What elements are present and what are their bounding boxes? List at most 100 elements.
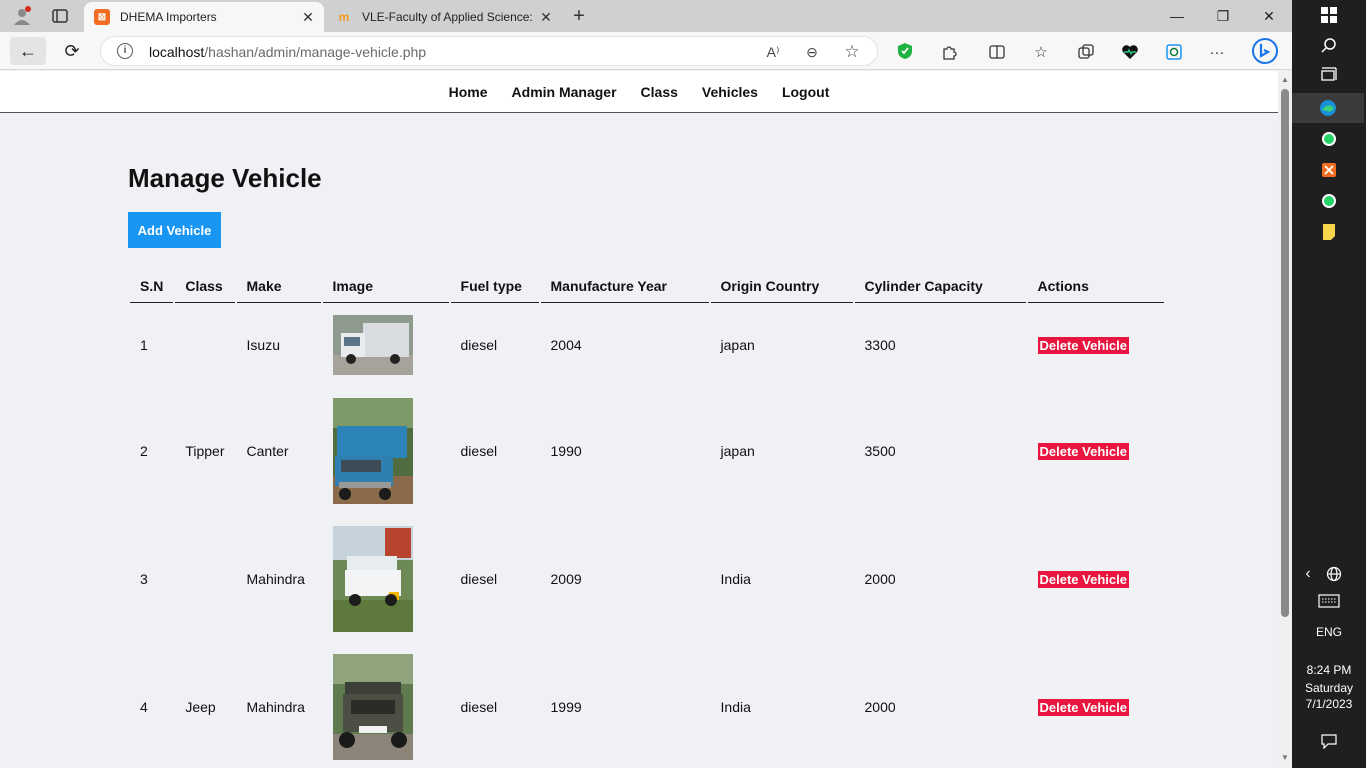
notifications-icon[interactable] xyxy=(1314,728,1344,754)
taskbar-xampp-icon[interactable] xyxy=(1314,157,1344,183)
close-tab-icon[interactable]: ✕ xyxy=(536,9,556,26)
cell-make: Mahindra xyxy=(246,699,305,715)
new-tab-icon[interactable]: + xyxy=(567,4,591,28)
edge-bar-icon[interactable] xyxy=(1163,41,1185,63)
maximize-icon[interactable]: ❐ xyxy=(1200,0,1246,32)
cell-fuel: diesel xyxy=(460,337,498,353)
cell-make: Mahindra xyxy=(246,571,305,587)
keyboard-icon[interactable] xyxy=(1314,588,1344,614)
cell-capacity: 2000 xyxy=(864,699,896,715)
scroll-up-icon[interactable]: ▲ xyxy=(1280,75,1290,84)
main-nav: Home Admin Manager Class Vehicles Logout xyxy=(0,71,1278,113)
taskbar-whatsapp-icon[interactable] xyxy=(1314,126,1344,152)
nav-vehicles[interactable]: Vehicles xyxy=(702,84,758,100)
xampp-favicon-icon: ⊠ xyxy=(94,9,110,25)
address-bar[interactable]: i localhost/hashan/admin/manage-vehicle.… xyxy=(100,36,878,66)
close-window-icon[interactable]: ✕ xyxy=(1246,0,1292,32)
back-icon[interactable]: ← xyxy=(10,37,46,65)
vehicle-image-mahindra-jeep xyxy=(332,654,413,760)
windows-start-icon[interactable] xyxy=(1314,2,1344,28)
site-info-icon[interactable]: i xyxy=(117,43,133,59)
network-globe-icon[interactable] xyxy=(1324,561,1344,587)
search-icon[interactable] xyxy=(1314,32,1344,58)
cell-image xyxy=(323,643,449,768)
bing-copilot-icon[interactable] xyxy=(1250,36,1280,66)
tab-dhema-importers[interactable]: ⊠ DHEMA Importers ✕ xyxy=(84,2,324,32)
delete-vehicle-button[interactable]: Delete Vehicle xyxy=(1037,442,1129,460)
scroll-down-icon[interactable]: ▼ xyxy=(1280,753,1290,762)
windows-taskbar: ‹ ENG 8:24 PM Saturday 7/1/2023 xyxy=(1292,0,1366,768)
cell-image xyxy=(323,303,449,387)
cell-country: japan xyxy=(720,337,755,353)
zoom-icon[interactable]: ⊖ xyxy=(801,42,823,62)
taskbar-sticky-notes-icon[interactable] xyxy=(1314,219,1344,245)
cell-make: Isuzu xyxy=(246,337,280,353)
read-aloud-icon[interactable]: A⁾ xyxy=(762,42,784,62)
minimize-icon[interactable]: — xyxy=(1154,0,1200,32)
profile-avatar-icon[interactable] xyxy=(10,4,34,28)
vehicle-image-isuzu xyxy=(332,315,413,375)
cell-year: 2009 xyxy=(550,571,582,587)
taskbar-edge-icon[interactable] xyxy=(1292,93,1364,123)
delete-vehicle-button[interactable]: Delete Vehicle xyxy=(1037,698,1129,716)
collections-icon[interactable] xyxy=(1075,41,1097,63)
table-row: 3 Mahindra diesel 2009 India 2000 Delete… xyxy=(130,515,1164,643)
cell-country: India xyxy=(720,571,751,587)
header-manufacture-year: Manufacture Year xyxy=(540,269,709,303)
cell-fuel: diesel xyxy=(460,571,498,587)
more-menu-icon[interactable]: ··· xyxy=(1206,41,1228,63)
clock-day[interactable]: Saturday xyxy=(1292,681,1366,695)
delete-vehicle-button[interactable]: Delete Vehicle xyxy=(1037,570,1129,588)
show-hidden-icons-icon[interactable]: ‹ xyxy=(1298,561,1318,587)
add-vehicle-button[interactable]: Add Vehicle xyxy=(128,212,221,248)
clock-date[interactable]: 7/1/2023 xyxy=(1292,697,1366,711)
nav-class[interactable]: Class xyxy=(641,84,678,100)
cell-actions: Delete Vehicle xyxy=(1028,643,1164,768)
page-scrollbar[interactable]: ▲ ▼ xyxy=(1278,71,1292,768)
delete-vehicle-button[interactable]: Delete Vehicle xyxy=(1037,336,1129,354)
task-view-icon[interactable] xyxy=(1314,62,1344,88)
cell-capacity: 3500 xyxy=(864,443,896,459)
url-text[interactable]: localhost/hashan/admin/manage-vehicle.ph… xyxy=(149,44,426,60)
browser-window: ⊠ DHEMA Importers ✕ m VLE-Faculty of App… xyxy=(0,0,1292,768)
taskbar-whatsapp-icon[interactable] xyxy=(1314,188,1344,214)
cell-image xyxy=(323,515,449,643)
favorites-icon[interactable]: ☆ xyxy=(1030,41,1052,63)
nav-admin-manager[interactable]: Admin Manager xyxy=(512,84,617,100)
moodle-favicon-icon: m xyxy=(338,10,350,24)
cell-country: japan xyxy=(720,443,755,459)
scroll-thumb[interactable] xyxy=(1281,89,1289,617)
nav-logout[interactable]: Logout xyxy=(782,84,829,100)
extensions-icon[interactable] xyxy=(938,41,960,63)
nav-home[interactable]: Home xyxy=(449,84,488,100)
page-content: Home Admin Manager Class Vehicles Logout… xyxy=(0,71,1278,768)
cell-year: 1999 xyxy=(550,699,582,715)
table-row: 2 Tipper Canter diesel 1990 japan 3500 D… xyxy=(130,387,1164,515)
cell-sn: 1 xyxy=(140,337,148,353)
cell-actions: Delete Vehicle xyxy=(1028,303,1164,387)
favorite-star-icon[interactable]: ☆ xyxy=(841,42,863,62)
cell-image xyxy=(323,387,449,515)
tab-vle-faculty[interactable]: m VLE-Faculty of Applied Science: L ✕ xyxy=(326,2,562,32)
language-indicator[interactable]: ENG xyxy=(1292,625,1366,639)
cell-sn: 3 xyxy=(140,571,148,587)
cell-sn: 4 xyxy=(140,699,148,715)
tab-title: VLE-Faculty of Applied Science: L xyxy=(362,10,536,24)
vehicle-image-mahindra-pickup xyxy=(332,526,413,632)
shield-extension-icon[interactable] xyxy=(894,40,916,62)
table-row: 1 Isuzu diesel 2004 japan 3300 Delete Ve… xyxy=(130,303,1164,387)
url-host: localhost xyxy=(149,44,205,60)
vehicle-image-canter xyxy=(332,398,413,504)
header-origin-country: Origin Country xyxy=(710,269,853,303)
refresh-icon[interactable]: ⟳ xyxy=(54,37,90,65)
tab-actions-icon[interactable] xyxy=(48,4,72,28)
browser-essentials-icon[interactable] xyxy=(1119,41,1141,63)
cell-capacity: 2000 xyxy=(864,571,896,587)
page-title: Manage Vehicle xyxy=(128,163,322,193)
clock-time[interactable]: 8:24 PM xyxy=(1292,663,1366,677)
vehicle-table: S.N Class Make Image Fuel type Manufactu… xyxy=(128,269,1166,768)
close-tab-icon[interactable]: ✕ xyxy=(298,9,318,26)
split-screen-icon[interactable] xyxy=(986,41,1008,63)
cell-class: Jeep xyxy=(185,699,216,715)
header-class: Class xyxy=(175,269,235,303)
